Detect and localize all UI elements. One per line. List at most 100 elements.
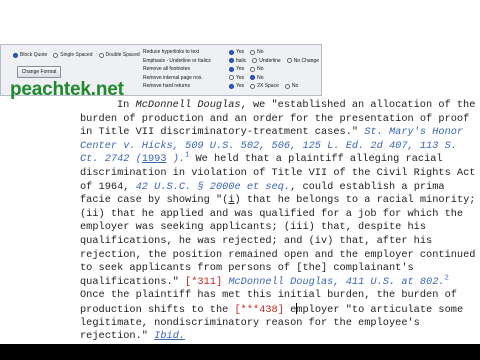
format-setting-label: Emphasis - Underline or Italics xyxy=(143,57,211,64)
radio-button-icon[interactable] xyxy=(252,58,258,63)
format-setting-row: Remove hard returns Yes 2X Space No xyxy=(143,82,321,91)
page-marker: [*311] xyxy=(185,275,223,288)
citation-link[interactable]: Ct. 2742 ( xyxy=(80,153,142,165)
text-line: production shifts to the [***438] employ… xyxy=(80,302,480,317)
setting-choice[interactable]: Yes xyxy=(229,49,244,55)
setting-choice-label: Underline xyxy=(259,57,281,64)
radio-button-icon[interactable] xyxy=(250,49,256,55)
text-segment: rejection, the position remained open an… xyxy=(80,248,476,261)
text-segment: qualifications, he was rejected; and (iv… xyxy=(80,234,433,247)
text-segment: e xyxy=(283,303,297,316)
text-segment: , we "established an allocation of the xyxy=(240,99,476,111)
setting-choice-label: Yes xyxy=(236,74,245,81)
setting-choice[interactable]: No xyxy=(250,66,264,72)
change-format-button[interactable]: Change Format xyxy=(17,66,61,78)
setting-choice-label: No xyxy=(257,74,264,81)
setting-choice-label: No xyxy=(257,66,264,72)
text-line: legitimate, nondiscriminatory reason for… xyxy=(80,317,480,331)
setting-choice[interactable]: No xyxy=(250,49,264,55)
format-settings: Reduce hyperlinks to text Yes No Emphasis -… xyxy=(143,48,321,91)
text-segment: in Title VII discriminatory-treatment ca… xyxy=(80,126,365,139)
text-line: Ct. 2742 (1993 ).1 We held that a plaint… xyxy=(80,152,480,167)
setting-choice-label: No xyxy=(257,49,264,55)
text-line: of 1964, 42 U.S.C. § 2000e et seq., coul… xyxy=(80,181,480,195)
text-line: facie case by showing "(i) that he belon… xyxy=(80,194,480,208)
citation-link[interactable]: 42 U.S.C. § 2000e et seq. xyxy=(136,181,290,193)
setting-choice-label: Yes xyxy=(236,66,245,72)
text-segment: In xyxy=(117,99,136,111)
text-segment: (ii) that he applied and was qualified f… xyxy=(80,207,464,220)
spacing-option[interactable]: Double Spaced xyxy=(98,52,140,58)
text-line: (ii) that he applied and was qualified f… xyxy=(80,208,480,222)
citation-link[interactable]: McDonnell Douglas, 411 U.S. at 802. xyxy=(228,276,444,288)
radio-button-icon[interactable] xyxy=(250,75,256,80)
setting-choice[interactable]: Yes xyxy=(229,83,244,89)
text-segment: burden of production and an order for th… xyxy=(80,112,470,125)
setting-choice[interactable]: Italic xyxy=(229,58,246,64)
radio-button-icon[interactable] xyxy=(229,66,234,72)
setting-choice[interactable]: 2X Space xyxy=(250,83,279,89)
setting-choice-label: No xyxy=(291,83,299,89)
citation-link[interactable]: ). xyxy=(167,153,185,165)
setting-choice-label: 2X Space xyxy=(257,83,279,89)
radio-button-icon[interactable] xyxy=(98,52,104,58)
setting-choice-label: No Change xyxy=(293,57,319,64)
radio-button-icon[interactable] xyxy=(229,49,234,55)
format-setting-choices: Italic Underline No Change xyxy=(229,58,319,64)
setting-choice-label: Yes xyxy=(236,49,245,55)
format-setting-label: Reduce hyperlinks to text xyxy=(143,49,200,55)
radio-button-icon[interactable] xyxy=(13,52,18,58)
radio-button-icon[interactable] xyxy=(229,75,234,80)
text-segment: to seek applicants from persons of [the]… xyxy=(80,262,414,275)
text-segment: qualifications." xyxy=(80,275,186,288)
spacing-option-label: Double Spaced xyxy=(105,52,140,58)
citation-link[interactable]: 1993 xyxy=(142,153,167,165)
text-segment: mployer "to articulate some xyxy=(296,303,464,316)
format-setting-row: Remove all footnotes Yes No xyxy=(143,65,321,74)
format-setting-row: Emphasis - Underline or Italics Italic Und… xyxy=(143,57,321,66)
text-segment: legitimate, nondiscriminatory reason for… xyxy=(80,316,420,329)
text-line: Center v. Hicks, 509 U.S. 502, 506, 125 … xyxy=(80,140,480,154)
text-line: Once the plaintiff has met this initial … xyxy=(80,289,480,303)
radio-button-icon[interactable] xyxy=(53,52,59,58)
text-segment: employer was seeking applicants; (iii) t… xyxy=(80,221,427,234)
peachtek-logo: peachtek.net xyxy=(10,79,124,100)
text-line: burden of production and an order for th… xyxy=(80,113,480,127)
document-text[interactable]: In McDonnell Douglas, we "established an… xyxy=(80,99,480,344)
radio-button-icon[interactable] xyxy=(250,83,256,89)
spacing-options: Block Quote Single Spaced Double Spaced xyxy=(13,52,140,58)
footnote-marker[interactable]: 2 xyxy=(445,274,449,282)
radio-button-icon[interactable] xyxy=(229,58,234,63)
format-setting-row: Remove internal page nos. Yes No xyxy=(143,74,321,83)
spacing-option[interactable]: Single Spaced xyxy=(53,52,93,58)
setting-choice[interactable]: Underline xyxy=(252,57,281,64)
setting-choice[interactable]: No xyxy=(250,74,264,81)
text-segment: production shifts to the xyxy=(80,303,235,316)
radio-button-icon[interactable] xyxy=(286,58,292,63)
text-segment: rejection." xyxy=(80,330,155,343)
citation-link[interactable]: Ibid. xyxy=(154,330,185,342)
case-name: McDonnell Douglas xyxy=(135,99,241,111)
radio-button-icon[interactable] xyxy=(284,83,290,89)
page-marker: [***438] xyxy=(234,303,284,316)
text-segment: discrimination in violation of Title VII… xyxy=(80,166,476,179)
citation-link[interactable]: Center v. Hicks, 509 U.S. 502, 506, 125 … xyxy=(80,140,457,152)
text-segment: Once the plaintiff has met this initial … xyxy=(80,289,457,302)
text-line: employer was seeking applicants; (iii) t… xyxy=(80,221,480,235)
text-segment: facie case by showing "( xyxy=(80,194,229,207)
radio-button-icon[interactable] xyxy=(250,66,256,72)
document-page: Block Quote Single Spaced Double Spaced Ch… xyxy=(0,0,480,344)
citation-link[interactable]: St. Mary's Honor xyxy=(364,126,463,138)
format-setting-choices: Yes No xyxy=(229,75,264,81)
spacing-option[interactable]: Block Quote xyxy=(13,52,47,58)
text-line: rejection." Ibid. xyxy=(80,330,480,344)
radio-button-icon[interactable] xyxy=(229,83,234,89)
setting-choice[interactable]: No Change xyxy=(286,57,319,64)
setting-choice[interactable]: Yes xyxy=(229,66,244,72)
format-setting-label: Remove all footnotes xyxy=(143,66,190,72)
text-line: In McDonnell Douglas, we "established an… xyxy=(80,99,480,113)
setting-choice[interactable]: No xyxy=(284,83,299,89)
format-setting-label: Remove hard returns xyxy=(143,83,190,89)
setting-choice-label: Yes xyxy=(236,83,245,89)
setting-choice[interactable]: Yes xyxy=(229,75,244,81)
